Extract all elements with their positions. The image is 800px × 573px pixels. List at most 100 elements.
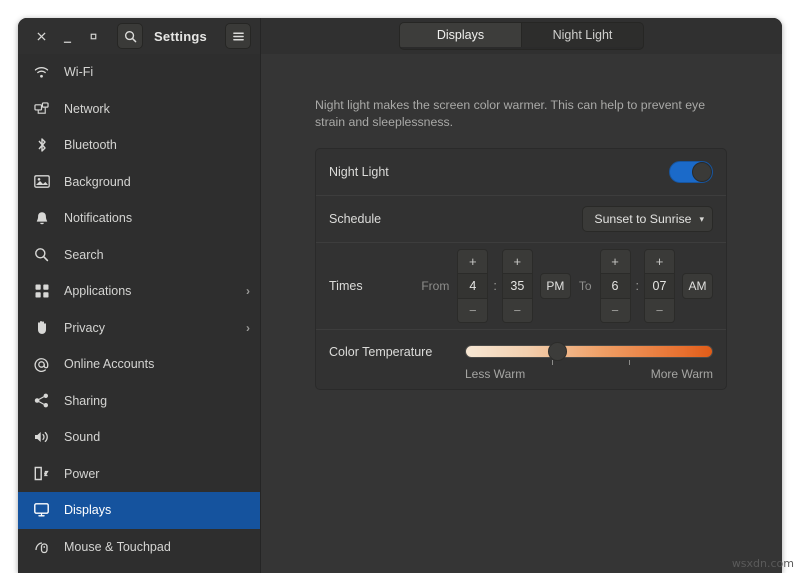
- color-temperature-tick: [552, 360, 553, 365]
- search-icon: [124, 30, 137, 43]
- sidebar-item-label: Privacy: [64, 321, 105, 335]
- more-warm-label: More Warm: [651, 367, 713, 381]
- sidebar-item-sound[interactable]: Sound: [18, 419, 260, 456]
- header-left-section: Settings: [18, 18, 261, 54]
- from-hour-decrement-button[interactable]: −: [458, 299, 487, 322]
- to-hour-spinner[interactable]: + 6 −: [600, 249, 631, 323]
- at-sign-icon: [33, 356, 50, 373]
- color-temperature-handle[interactable]: [548, 342, 567, 361]
- sidebar-item-online-accounts[interactable]: Online Accounts: [18, 346, 260, 383]
- sidebar-item-label: Notifications: [64, 211, 132, 225]
- from-hour-value[interactable]: 4: [458, 273, 487, 299]
- schedule-dropdown[interactable]: Sunset to Sunrise ▾: [582, 206, 713, 232]
- from-minute-increment-button[interactable]: +: [503, 250, 532, 273]
- content-area: Night light makes the screen color warme…: [261, 54, 782, 573]
- chevron-down-icon: ▾: [699, 214, 704, 225]
- from-minute-spinner[interactable]: + 35 −: [502, 249, 533, 323]
- to-time-colon: :: [631, 279, 644, 293]
- sidebar-item-background[interactable]: Background: [18, 164, 260, 201]
- color-temperature-legend: Less Warm More Warm: [465, 367, 713, 381]
- sidebar-item-notifications[interactable]: Notifications: [18, 200, 260, 237]
- header-right-section: Displays Night Light: [261, 18, 782, 54]
- night-light-toggle[interactable]: [669, 161, 713, 183]
- schedule-label: Schedule: [329, 212, 381, 226]
- sidebar-item-wifi[interactable]: Wi-Fi: [18, 54, 260, 91]
- to-minute-value[interactable]: 07: [645, 273, 674, 299]
- schedule-value: Sunset to Sunrise: [594, 212, 691, 226]
- sidebar-item-search[interactable]: Search: [18, 237, 260, 274]
- to-period-button[interactable]: AM: [682, 273, 713, 299]
- hand-icon: [33, 319, 50, 336]
- from-period-button[interactable]: PM: [540, 273, 571, 299]
- maximize-icon: [89, 32, 98, 41]
- color-temperature-label: Color Temperature: [329, 345, 432, 359]
- to-minute-spinner[interactable]: + 07 −: [644, 249, 675, 323]
- sidebar-item-label: Displays: [64, 503, 111, 517]
- sidebar-item-label: Mouse & Touchpad: [64, 540, 171, 554]
- power-battery-icon: [33, 465, 50, 482]
- header-bar: Settings Displays Night Light: [18, 18, 782, 55]
- sidebar-item-displays[interactable]: Displays: [18, 492, 260, 529]
- to-minute-decrement-button[interactable]: −: [645, 299, 674, 322]
- grid-icon: [33, 283, 50, 300]
- menu-button[interactable]: [225, 23, 251, 49]
- night-light-card: Night Light Schedule Sunset to Sunrise ▾: [315, 148, 727, 390]
- from-hour-increment-button[interactable]: +: [458, 250, 487, 273]
- network-icon: [33, 100, 50, 117]
- wifi-icon: [33, 64, 50, 81]
- night-light-label: Night Light: [329, 165, 389, 179]
- times-row: Times From + 4 − : + 35: [316, 242, 726, 329]
- sidebar-item-label: Search: [64, 248, 104, 262]
- color-temperature-slider-area: Less Warm More Warm: [465, 345, 713, 358]
- sidebar-item-label: Power: [64, 467, 99, 481]
- maximize-button[interactable]: [80, 23, 106, 49]
- search-button[interactable]: [117, 23, 143, 49]
- less-warm-label: Less Warm: [465, 367, 525, 381]
- minimize-button[interactable]: [54, 23, 80, 49]
- close-button[interactable]: [28, 23, 54, 49]
- sidebar-item-label: Wi-Fi: [64, 65, 93, 79]
- from-minute-value[interactable]: 35: [503, 273, 532, 299]
- screenshot-root: Settings Displays Night Light: [0, 0, 800, 573]
- tab-bar: Displays Night Light: [399, 22, 644, 50]
- sidebar-item-power[interactable]: Power: [18, 456, 260, 493]
- bluetooth-icon: [33, 137, 50, 154]
- sidebar-item-sharing[interactable]: Sharing: [18, 383, 260, 420]
- color-temperature-track[interactable]: [465, 345, 713, 358]
- schedule-row: Schedule Sunset to Sunrise ▾: [316, 195, 726, 242]
- sidebar-item-privacy[interactable]: Privacy ›: [18, 310, 260, 347]
- sidebar-item-label: Sound: [64, 430, 100, 444]
- mouse-icon: [33, 538, 50, 555]
- toggle-knob: [692, 162, 712, 182]
- hamburger-menu-icon: [232, 30, 245, 43]
- color-temperature-row: Color Temperature Less Warm More Warm: [316, 329, 726, 389]
- sidebar-item-label: Background: [64, 175, 131, 189]
- from-minute-decrement-button[interactable]: −: [503, 299, 532, 322]
- to-hour-decrement-button[interactable]: −: [601, 299, 630, 322]
- to-label: To: [571, 279, 600, 293]
- chevron-right-icon: ›: [246, 321, 250, 335]
- chevron-right-icon: ›: [246, 284, 250, 298]
- from-label: From: [413, 279, 457, 293]
- sidebar-item-label: Online Accounts: [64, 357, 154, 371]
- sidebar-item-label: Sharing: [64, 394, 107, 408]
- night-light-toggle-row: Night Light: [316, 149, 726, 195]
- from-hour-spinner[interactable]: + 4 −: [457, 249, 488, 323]
- tab-night-light[interactable]: Night Light: [521, 23, 643, 47]
- to-hour-increment-button[interactable]: +: [601, 250, 630, 273]
- to-hour-value[interactable]: 6: [601, 273, 630, 299]
- sidebar-item-mouse-touchpad[interactable]: Mouse & Touchpad: [18, 529, 260, 566]
- times-controls: From + 4 − : + 35 −: [413, 249, 713, 323]
- tab-displays[interactable]: Displays: [400, 23, 521, 47]
- from-time-colon: :: [488, 279, 501, 293]
- sidebar-item-bluetooth[interactable]: Bluetooth: [18, 127, 260, 164]
- sidebar-item-applications[interactable]: Applications ›: [18, 273, 260, 310]
- monitor-icon: [33, 502, 50, 519]
- sidebar-item-network[interactable]: Network: [18, 91, 260, 128]
- watermark: wsxdn.com: [732, 557, 794, 570]
- to-minute-increment-button[interactable]: +: [645, 250, 674, 273]
- speaker-icon: [33, 429, 50, 446]
- sidebar-item-label: Applications: [64, 284, 131, 298]
- image-icon: [33, 173, 50, 190]
- search-icon: [33, 246, 50, 263]
